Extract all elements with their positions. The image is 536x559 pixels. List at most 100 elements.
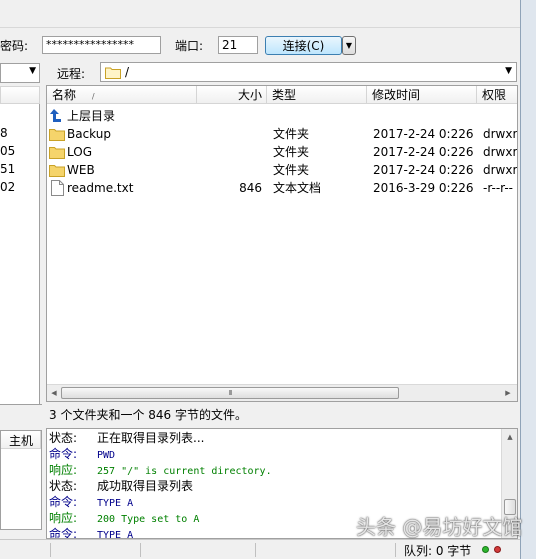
remote-path-combo[interactable]: / ▼ — [100, 62, 517, 82]
status-divider — [140, 543, 141, 557]
scroll-left-arrow-icon[interactable]: ◀ — [49, 388, 59, 398]
password-value: **************** — [46, 38, 134, 51]
column-header-modified-label: 修改时间 — [372, 88, 421, 102]
local-row-text: 51 — [0, 162, 16, 176]
log-line-label: 状态: — [49, 479, 78, 493]
column-header-permissions[interactable]: 权限 — [477, 86, 517, 104]
host-column-header[interactable]: 主机 — [1, 431, 41, 449]
column-header-name-label: 名称 — [52, 88, 77, 102]
local-file-list[interactable]: 8 05 51 02 — [0, 104, 40, 404]
local-row-text: 05 — [0, 144, 16, 158]
remote-column-header: 名称 / 大小 类型 修改时间 权限 — [47, 86, 517, 104]
folder-icon — [49, 147, 65, 159]
file-size — [197, 125, 262, 143]
chevron-down-icon: ▼ — [505, 66, 512, 76]
log-line: 命令: PWD — [49, 446, 115, 462]
file-type: 文件夹 — [273, 145, 310, 159]
log-line-text: PWD — [97, 450, 116, 461]
file-modified: 2016-3-29 0:226 — [373, 181, 474, 195]
remote-horizontal-scrollbar[interactable]: ◀ III ▶ — [47, 384, 517, 401]
log-line: 响应: 257 "/" is current directory. — [49, 462, 272, 478]
column-header-name[interactable]: 名称 / — [47, 86, 197, 104]
port-field[interactable]: 21 — [218, 36, 258, 54]
log-line-text: TYPE A — [97, 530, 134, 539]
local-pane: ▼ 8 05 51 02 — [0, 60, 42, 404]
log-line: 命令: TYPE A — [49, 526, 134, 539]
remote-path-value: / — [125, 65, 130, 79]
host-tab-label: 主机 — [9, 434, 34, 448]
chevron-down-icon: ▼ — [345, 41, 353, 50]
local-row[interactable]: 02 — [0, 178, 39, 196]
file-modified: 2017-2-24 0:226 — [373, 145, 474, 159]
folder-icon — [105, 67, 121, 79]
column-header-size[interactable]: 大小 — [197, 86, 267, 104]
file-row[interactable]: readme.txt 846 文本文档 2016-3-29 0:226 -r--… — [47, 179, 517, 197]
watermark: 头条 @易坊好文馆 — [356, 512, 523, 542]
file-name: Backup — [67, 127, 111, 141]
file-name: WEB — [67, 163, 95, 177]
sort-indicator: / — [91, 92, 95, 101]
port-label: 端口: — [175, 39, 204, 53]
queue-host-header: 主机 — [0, 430, 42, 530]
connection-bar: 密码: **************** 端口: 21 连接(C) ▼ — [0, 0, 520, 60]
password-field[interactable]: **************** — [42, 36, 161, 54]
remote-status-text: 3 个文件夹和一个 846 字节的文件。 — [49, 408, 247, 422]
log-line-text: 正在取得目录列表... — [97, 431, 205, 445]
local-path-combo[interactable]: ▼ — [0, 63, 40, 83]
column-header-size-label: 大小 — [237, 88, 262, 102]
column-header-type-label: 类型 — [272, 88, 297, 102]
parent-directory-row[interactable]: 上层目录 — [47, 107, 517, 125]
file-modified: 2017-2-24 0:226 — [373, 127, 474, 141]
local-row-text: 8 — [0, 126, 8, 140]
file-type: 文件夹 — [273, 163, 310, 177]
log-line-text: 257 "/" is current directory. — [97, 466, 272, 477]
file-name: readme.txt — [67, 181, 134, 195]
password-label: 密码: — [0, 39, 29, 53]
file-name: LOG — [67, 145, 93, 159]
local-status-strip — [0, 404, 42, 428]
column-header-permissions-label: 权限 — [482, 88, 507, 102]
file-size — [197, 161, 262, 179]
folder-icon — [49, 129, 65, 141]
connect-button[interactable]: 连接(C) — [265, 36, 342, 55]
file-type: 文件夹 — [273, 127, 310, 141]
connect-label: 连接(C) — [282, 39, 325, 53]
watermark-text: 头条 @易坊好文馆 — [356, 515, 523, 539]
file-permissions: drwxr — [483, 127, 517, 141]
file-permissions: drwxr — [483, 145, 517, 159]
log-line: 响应: 200 Type set to A — [49, 510, 199, 526]
scroll-grip: III — [228, 389, 232, 397]
log-line-label: 命令: — [49, 447, 78, 461]
local-row[interactable]: 8 — [0, 124, 39, 142]
horizontal-scroll-thumb[interactable]: III — [61, 387, 399, 399]
file-size: 846 — [239, 181, 262, 195]
chevron-down-icon: ▼ — [29, 66, 36, 76]
parent-directory-label: 上层目录 — [67, 109, 116, 123]
file-modified: 2017-2-24 0:226 — [373, 163, 474, 177]
log-line-label: 响应: — [49, 511, 78, 525]
status-divider — [255, 543, 256, 557]
log-line-label: 命令: — [49, 527, 78, 539]
file-row[interactable]: LOG 文件夹 2017-2-24 0:226 drwxr — [47, 143, 517, 161]
file-row[interactable]: Backup 文件夹 2017-2-24 0:226 drwxr — [47, 125, 517, 143]
log-line-text: 200 Type set to A — [97, 514, 200, 525]
local-row[interactable]: 05 — [0, 142, 39, 160]
remote-path-label: 远程: — [57, 67, 86, 81]
scroll-right-arrow-icon[interactable]: ▶ — [503, 388, 513, 398]
connect-dropdown-button[interactable]: ▼ — [342, 36, 356, 55]
log-line: 状态: 正在取得目录列表... — [49, 430, 204, 446]
column-header-modified[interactable]: 修改时间 — [367, 86, 477, 104]
file-size — [197, 143, 262, 161]
file-row[interactable]: WEB 文件夹 2017-2-24 0:226 drwxr — [47, 161, 517, 179]
local-row[interactable]: 51 — [0, 160, 39, 178]
column-header-type[interactable]: 类型 — [267, 86, 367, 104]
window-right-edge — [520, 0, 536, 559]
file-permissions: -r--r-- — [483, 181, 513, 195]
port-value: 21 — [222, 38, 238, 52]
log-line-text: TYPE A — [97, 498, 134, 509]
activity-led-red-icon — [494, 546, 501, 553]
remote-status-bar: 3 个文件夹和一个 846 字节的文件。 — [46, 403, 518, 423]
scroll-up-arrow-icon[interactable]: ▲ — [505, 432, 515, 442]
local-row-text: 02 — [0, 180, 16, 194]
up-arrow-icon — [50, 109, 61, 122]
